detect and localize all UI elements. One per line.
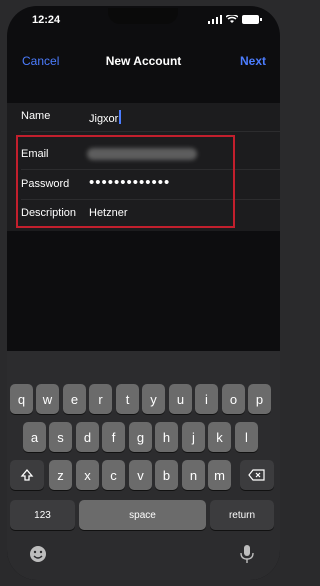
key-m[interactable]: m: [208, 460, 231, 490]
key-n[interactable]: n: [182, 460, 205, 490]
microphone-icon[interactable]: [240, 544, 254, 564]
keyboard-bottom-bar: [7, 541, 280, 569]
keyboard-row-3: z x c v b n m: [7, 460, 280, 490]
divider: [21, 131, 280, 132]
key-b[interactable]: b: [155, 460, 178, 490]
key-u[interactable]: u: [169, 384, 192, 414]
key-f[interactable]: f: [102, 422, 125, 452]
delete-key[interactable]: [240, 460, 274, 490]
numbers-key[interactable]: 123: [10, 500, 75, 530]
battery-icon: [242, 15, 262, 24]
key-l[interactable]: l: [235, 422, 258, 452]
key-j[interactable]: j: [182, 422, 205, 452]
shift-icon: [20, 468, 34, 481]
key-v[interactable]: v: [129, 460, 152, 490]
name-field[interactable]: Jigxor: [89, 110, 122, 125]
key-c[interactable]: c: [102, 460, 125, 490]
signal-icon: [208, 15, 222, 24]
key-o[interactable]: o: [222, 384, 245, 414]
key-z[interactable]: z: [49, 460, 72, 490]
key-q[interactable]: q: [10, 384, 33, 414]
key-i[interactable]: i: [195, 384, 218, 414]
highlight-box: [16, 135, 235, 228]
key-r[interactable]: r: [89, 384, 112, 414]
key-d[interactable]: d: [76, 422, 99, 452]
key-y[interactable]: y: [142, 384, 165, 414]
space-key[interactable]: space: [79, 500, 206, 530]
wifi-icon: [226, 15, 238, 23]
key-x[interactable]: x: [76, 460, 99, 490]
text-cursor: [119, 110, 122, 124]
key-a[interactable]: a: [23, 422, 46, 452]
key-t[interactable]: t: [116, 384, 139, 414]
shift-key[interactable]: [10, 460, 44, 490]
name-value: Jigxor: [89, 113, 119, 125]
next-button[interactable]: Next: [240, 54, 266, 68]
key-e[interactable]: e: [63, 384, 86, 414]
keyboard-row-1: q w e r t y u i o p: [7, 384, 280, 414]
emoji-icon[interactable]: [29, 545, 47, 563]
status-icons: [208, 15, 262, 24]
name-label: Name: [21, 110, 51, 122]
key-w[interactable]: w: [36, 384, 59, 414]
status-bar: 12:24: [7, 14, 280, 30]
key-p[interactable]: p: [248, 384, 271, 414]
status-time: 12:24: [32, 14, 61, 26]
name-row[interactable]: Name Jigxor: [7, 103, 280, 131]
keyboard-row-2: a s d f g h j k l: [7, 422, 280, 452]
key-k[interactable]: k: [208, 422, 231, 452]
key-h[interactable]: h: [155, 422, 178, 452]
key-s[interactable]: s: [49, 422, 72, 452]
key-g[interactable]: g: [129, 422, 152, 452]
backspace-icon: [248, 469, 265, 481]
phone-frame: 12:24 Cancel New Account Next Name Jigxo…: [0, 0, 287, 586]
navigation-bar: Cancel New Account Next: [7, 48, 280, 72]
keyboard-row-4: 123 space return: [7, 500, 280, 530]
phone-screen: 12:24 Cancel New Account Next Name Jigxo…: [7, 6, 280, 580]
return-key[interactable]: return: [210, 500, 274, 530]
